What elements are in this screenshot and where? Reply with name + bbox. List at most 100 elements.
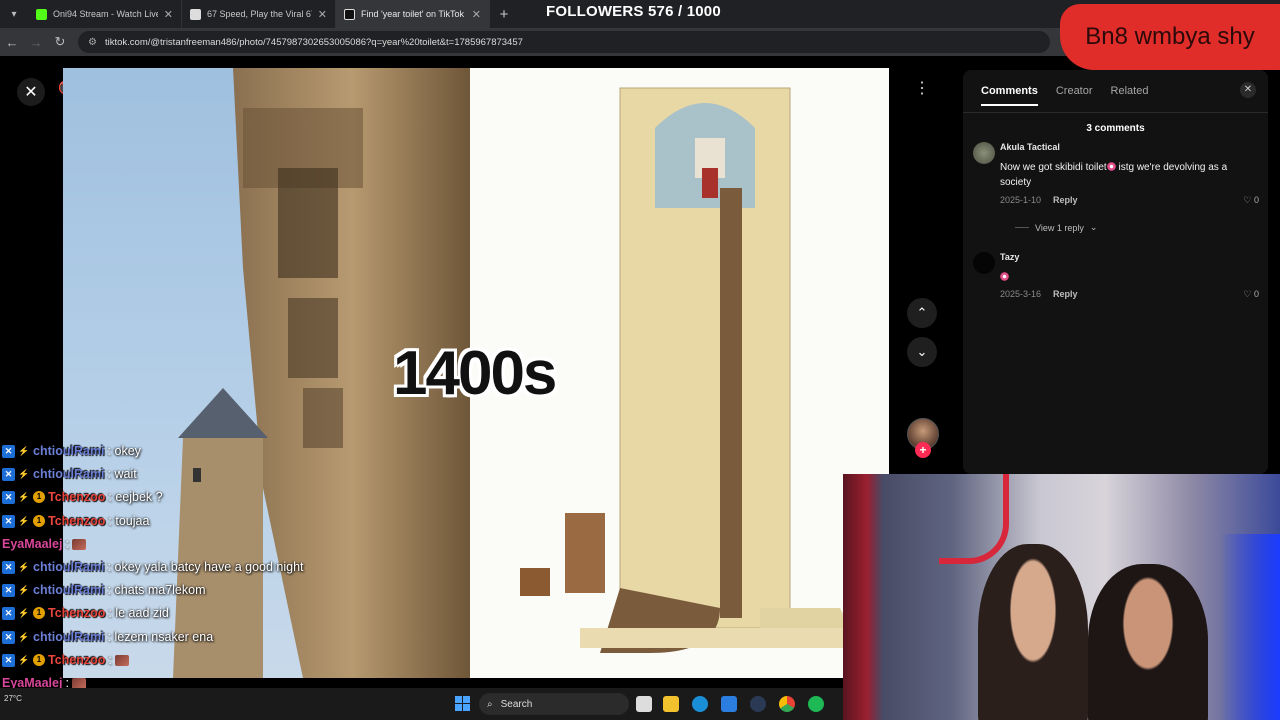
panel-close-icon[interactable]: ✕	[1240, 82, 1256, 98]
comment-text	[1000, 270, 1255, 285]
more-icon[interactable]: ⋮	[907, 75, 937, 103]
back-arrow-icon[interactable]: ←	[0, 35, 24, 50]
chevron-down-icon: ⌄	[1089, 222, 1098, 232]
chat-text: : chats ma7lekom	[107, 583, 206, 597]
chat-message: ✕ ⚡ 1 Tchenzoo :	[2, 653, 129, 667]
blue-light	[1220, 534, 1280, 720]
like-button[interactable]: ♡ 0	[1243, 289, 1259, 300]
tab-related[interactable]: Related	[1111, 85, 1149, 106]
chat-text: :	[65, 537, 69, 551]
tab-creator[interactable]: Creator	[1056, 85, 1093, 106]
chat-username[interactable]: chtioulRami	[33, 560, 105, 574]
tab-title: Oni94 Stream - Watch Live on K	[53, 9, 158, 19]
view-replies-button[interactable]: View 1 reply ⌄	[1015, 222, 1097, 233]
comment-date: 2025-3-16	[1000, 289, 1042, 299]
prime-badge-icon: ✕	[2, 583, 15, 597]
tab-oni94-stream[interactable]: Oni94 Stream - Watch Live on K ✕	[28, 0, 182, 28]
like-button[interactable]: ♡ 0	[1243, 195, 1259, 206]
windows-taskbar: 27°C ⌕ Search	[0, 688, 843, 720]
comment-count: 3 comments	[1086, 123, 1145, 134]
photo-caption-text: 1400s	[393, 339, 557, 408]
chat-username[interactable]: chtioulRami	[33, 444, 105, 458]
reply-button[interactable]: Reply	[1053, 195, 1078, 205]
taskbar-search[interactable]: ⌕ Search	[479, 693, 629, 715]
stream-overlay-bubble: Bn8 wmbya shy	[1060, 4, 1280, 70]
edge-icon[interactable]	[692, 696, 708, 712]
subscriber-badge-icon: ⚡	[18, 492, 30, 502]
chrome-icon[interactable]	[779, 696, 795, 712]
reload-icon[interactable]: ↻	[48, 34, 72, 50]
emoji-icon	[1106, 162, 1116, 171]
prime-badge-icon: ✕	[2, 490, 15, 504]
streamer-left	[978, 544, 1088, 720]
chat-username[interactable]: chtioulRami	[33, 583, 105, 597]
chat-username[interactable]: Tchenzoo	[48, 490, 105, 504]
chevron-down-icon[interactable]: ⌄	[907, 337, 937, 367]
site-info-icon[interactable]: ⚙	[88, 37, 97, 48]
prime-badge-icon: ✕	[2, 560, 15, 574]
chat-username[interactable]: chtioulRami	[33, 467, 105, 481]
tab-close-icon[interactable]: ✕	[472, 8, 481, 21]
game-favicon-icon	[190, 8, 201, 20]
comment-author[interactable]: Tazy	[1000, 252, 1019, 262]
chat-text: : le aad zid	[108, 606, 169, 620]
comment-text-part1: Now we got skibidi toilet	[1000, 162, 1107, 173]
search-label: Search	[500, 698, 533, 710]
subscriber-badge-icon: ⚡	[18, 562, 30, 572]
comment-author[interactable]: Akula Tactical	[1000, 142, 1060, 152]
subscriber-badge-icon: ⚡	[18, 469, 30, 479]
kick-favicon-icon	[36, 8, 47, 20]
tab-close-icon[interactable]: ✕	[164, 8, 173, 21]
chat-text: :	[108, 653, 112, 667]
prime-badge-icon: ✕	[2, 606, 15, 620]
tab-tiktok-search[interactable]: Find 'year toilet' on TikTok | Tik ✕	[336, 0, 490, 28]
windows-start-icon[interactable]	[455, 696, 470, 711]
chat-username[interactable]: Tchenzoo	[48, 606, 105, 620]
tab-divider	[963, 112, 1268, 113]
reply-button[interactable]: Reply	[1053, 289, 1078, 299]
spotify-icon[interactable]	[808, 696, 824, 712]
subscriber-badge-icon: ⚡	[18, 585, 30, 595]
chat-username[interactable]: Tchenzoo	[48, 514, 105, 528]
gift-badge-icon: 1	[33, 491, 45, 503]
followers-goal-overlay: FOLLOWERS 576 / 1000	[546, 3, 721, 20]
url-field[interactable]: ⚙ tiktok.com/@tristanfreeman486/photo/74…	[78, 31, 1050, 53]
tiktok-favicon-icon	[344, 8, 355, 20]
store-icon[interactable]	[721, 696, 737, 712]
chat-message: EyaMaalej :	[2, 537, 86, 551]
weather-widget[interactable]: 27°C	[4, 694, 22, 703]
tab-close-icon[interactable]: ✕	[318, 8, 327, 21]
file-explorer-icon[interactable]	[663, 696, 679, 712]
prime-badge-icon: ✕	[2, 630, 15, 644]
comments-panel: Comments Creator Related ✕ 3 comments Ak…	[963, 70, 1268, 474]
view-replies-label: View 1 reply	[1035, 222, 1084, 233]
prime-badge-icon: ✕	[2, 514, 15, 528]
tab-67-speed[interactable]: 67 Speed, Play the Viral 67 Gam ✕	[182, 0, 336, 28]
emote-icon	[71, 538, 86, 550]
chat-message: ✕ ⚡ chtioulRami : lezem nsaker ena	[2, 630, 213, 644]
divider	[1015, 227, 1029, 228]
forward-arrow-icon[interactable]: →	[24, 35, 48, 50]
chat-message: ✕ ⚡ chtioulRami : chats ma7lekom	[2, 583, 206, 597]
chat-username[interactable]: chtioulRami	[33, 630, 105, 644]
gift-badge-icon: 1	[33, 654, 45, 666]
avatar[interactable]	[973, 142, 995, 164]
tab-comments[interactable]: Comments	[981, 85, 1038, 106]
chat-username[interactable]: Tchenzoo	[48, 653, 105, 667]
chat-username[interactable]: EyaMaalej	[2, 537, 62, 551]
emote-icon	[71, 677, 86, 689]
subscriber-badge-icon: ⚡	[18, 608, 30, 618]
chat-text: : okey	[107, 444, 141, 458]
screen: ▾ Oni94 Stream - Watch Live on K ✕ 67 Sp…	[0, 0, 1280, 720]
follow-plus-icon[interactable]: +	[915, 442, 931, 458]
close-icon[interactable]: ✕	[17, 78, 45, 106]
chat-text: : lezem nsaker ena	[107, 630, 214, 644]
chevron-up-icon[interactable]: ⌃	[907, 298, 937, 328]
subscriber-badge-icon: ⚡	[18, 446, 30, 456]
new-tab-button[interactable]: +	[490, 6, 518, 23]
task-view-icon[interactable]	[636, 696, 652, 712]
avatar[interactable]	[973, 252, 995, 274]
search-icon: ⌕	[487, 698, 493, 710]
steam-icon[interactable]	[750, 696, 766, 712]
tab-search-icon[interactable]: ▾	[0, 0, 28, 28]
